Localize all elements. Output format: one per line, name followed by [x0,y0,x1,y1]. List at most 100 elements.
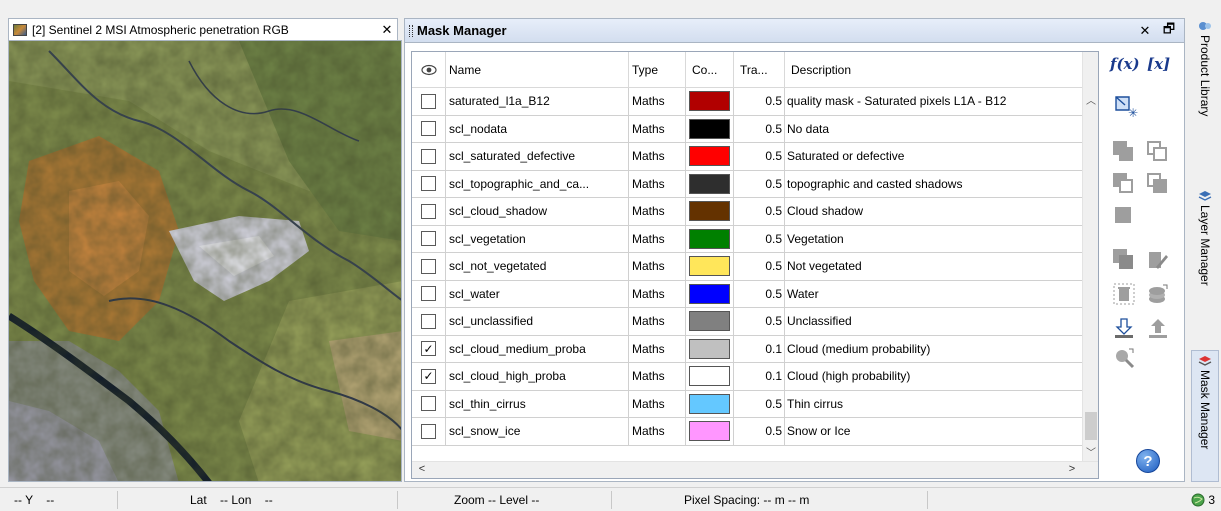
column-header-transparency[interactable]: Tra... [734,52,785,87]
close-icon[interactable]: ✕ [380,22,394,38]
visibility-checkbox[interactable] [421,396,436,412]
mask-name[interactable]: scl_not_vegetated [446,253,629,280]
mask-color-cell[interactable] [686,418,734,445]
mask-color-cell[interactable] [686,115,734,142]
visibility-checkbox[interactable] [421,93,436,109]
visibility-checkbox[interactable] [421,313,436,329]
visibility-checkbox[interactable] [421,148,436,164]
satellite-image-view[interactable] [8,40,402,482]
column-header-name[interactable]: Name [446,52,629,87]
mask-color-cell[interactable] [686,390,734,417]
visibility-checkbox[interactable]: ✓ [421,341,436,357]
mask-transparency[interactable]: 0.5 [734,418,785,445]
mask-color-cell[interactable] [686,170,734,197]
table-row[interactable]: scl_vegetation Maths 0.5 Vegetation [412,225,1084,253]
mask-description[interactable]: Unclassified [785,308,1084,335]
side-tab-layer-manager[interactable]: Layer Manager [1191,190,1219,286]
mask-color-cell[interactable] [686,280,734,307]
mask-name[interactable]: saturated_l1a_B12 [446,88,629,115]
mask-transparency[interactable]: 0.5 [734,253,785,280]
table-row[interactable]: scl_thin_cirrus Maths 0.5 Thin cirrus [412,390,1084,418]
mask-color-cell[interactable] [686,88,734,115]
visibility-checkbox[interactable]: ✓ [421,368,436,384]
visibility-checkbox[interactable] [421,176,436,192]
mask-description[interactable]: Saturated or defective [785,143,1084,170]
mask-description[interactable]: Cloud (high probability) [785,363,1084,390]
help-icon[interactable]: ? [1136,449,1160,473]
visibility-checkbox[interactable] [421,203,436,219]
visibility-checkbox[interactable] [421,231,436,247]
mask-description[interactable]: Snow or Ice [785,418,1084,445]
visibility-column-header[interactable] [412,52,446,87]
copy-mask-button[interactable] [1113,249,1135,271]
delete-mask-button[interactable] [1113,283,1135,305]
table-row[interactable]: scl_water Maths 0.5 Water [412,280,1084,308]
mask-name[interactable]: scl_cloud_shadow [446,198,629,225]
color-swatch[interactable] [689,228,730,249]
mask-transparency[interactable]: 0.5 [734,88,785,115]
color-swatch[interactable] [689,256,730,277]
mask-name[interactable]: scl_water [446,280,629,307]
table-row[interactable]: scl_topographic_and_ca... Maths 0.5 topogra… [412,170,1084,198]
vertical-scrollbar[interactable]: ︿ ﹀ [1082,52,1098,462]
zoom-to-mask-button[interactable] [1113,347,1135,369]
image-view-tab[interactable]: [2] Sentinel 2 MSI Atmospheric penetrati… [8,18,398,40]
mask-description[interactable]: Vegetation [785,226,1084,253]
table-row[interactable]: scl_saturated_defective Maths 0.5 Saturated… [412,143,1084,171]
mask-transparency[interactable]: 0.5 [734,115,785,142]
color-swatch[interactable] [689,201,730,222]
union-mask-button[interactable] [1113,141,1135,163]
intersection-mask-button[interactable] [1147,141,1169,163]
visibility-checkbox[interactable] [421,286,436,302]
mask-transparency[interactable]: 0.5 [734,198,785,225]
visibility-checkbox[interactable] [421,423,436,439]
import-mask-button[interactable] [1113,317,1135,339]
side-tab-mask-manager[interactable]: Mask Manager [1191,350,1219,482]
export-mask-button[interactable] [1147,317,1169,339]
mask-description[interactable]: quality mask - Saturated pixels L1A - B1… [785,88,1084,115]
mask-description[interactable]: Thin cirrus [785,391,1084,418]
mask-color-cell[interactable] [686,363,734,390]
function-mask-button[interactable]: f(x) [1110,55,1140,73]
mask-name[interactable]: scl_unclassified [446,308,629,335]
scroll-down-icon[interactable]: ﹀ [1083,444,1098,459]
mask-name[interactable]: scl_vegetation [446,225,629,252]
color-swatch[interactable] [689,118,730,139]
column-header-type[interactable]: Type [629,52,686,87]
mask-name[interactable]: scl_cloud_high_proba [446,363,629,390]
table-row[interactable]: ✓ scl_cloud_medium_proba Maths 0.1 Cloud (me… [412,335,1084,363]
mask-color-cell[interactable] [686,253,734,280]
mask-name[interactable]: scl_cloud_medium_proba [446,335,629,362]
mask-description[interactable]: Not vegetated [785,253,1084,280]
scroll-right-icon[interactable]: > [1064,463,1080,475]
mask-name[interactable]: scl_saturated_defective [446,143,629,170]
visibility-checkbox[interactable] [421,121,436,137]
mask-description[interactable]: No data [785,116,1084,143]
table-row[interactable]: scl_unclassified Maths 0.5 Unclassified [412,308,1084,336]
mask-name[interactable]: scl_topographic_and_ca... [446,170,629,197]
color-swatch[interactable] [689,393,730,414]
mask-transparency[interactable]: 0.1 [734,363,785,390]
mask-transparency[interactable]: 0.5 [734,143,785,170]
mask-color-cell[interactable] [686,143,734,170]
scrollbar-thumb[interactable] [1085,412,1097,440]
color-swatch[interactable] [689,366,730,387]
column-header-description[interactable]: Description [785,52,1084,87]
color-swatch[interactable] [689,146,730,167]
mask-name[interactable]: scl_thin_cirrus [446,390,629,417]
table-row[interactable]: scl_nodata Maths 0.5 No data [412,115,1084,143]
table-row[interactable]: saturated_l1a_B12 Maths 0.5 quality mask - … [412,88,1084,116]
table-row[interactable]: ✓ scl_cloud_high_proba Maths 0.1 Cloud (high… [412,363,1084,391]
mask-transparency[interactable]: 0.5 [734,170,785,197]
variable-mask-button[interactable]: [x] [1147,55,1170,73]
complement-mask-button[interactable] [1147,173,1169,195]
mask-transparency[interactable]: 0.5 [734,280,785,307]
mask-transparency[interactable]: 0.5 [734,308,785,335]
mask-name[interactable]: scl_nodata [446,115,629,142]
table-row[interactable]: scl_not_vegetated Maths 0.5 Not vegetated [412,253,1084,281]
invert-mask-button[interactable] [1113,205,1135,227]
visibility-checkbox[interactable] [421,258,436,274]
mask-description[interactable]: Cloud (medium probability) [785,336,1084,363]
difference-mask-button[interactable] [1113,173,1135,195]
notifications-indicator[interactable]: 3 [1191,493,1215,507]
